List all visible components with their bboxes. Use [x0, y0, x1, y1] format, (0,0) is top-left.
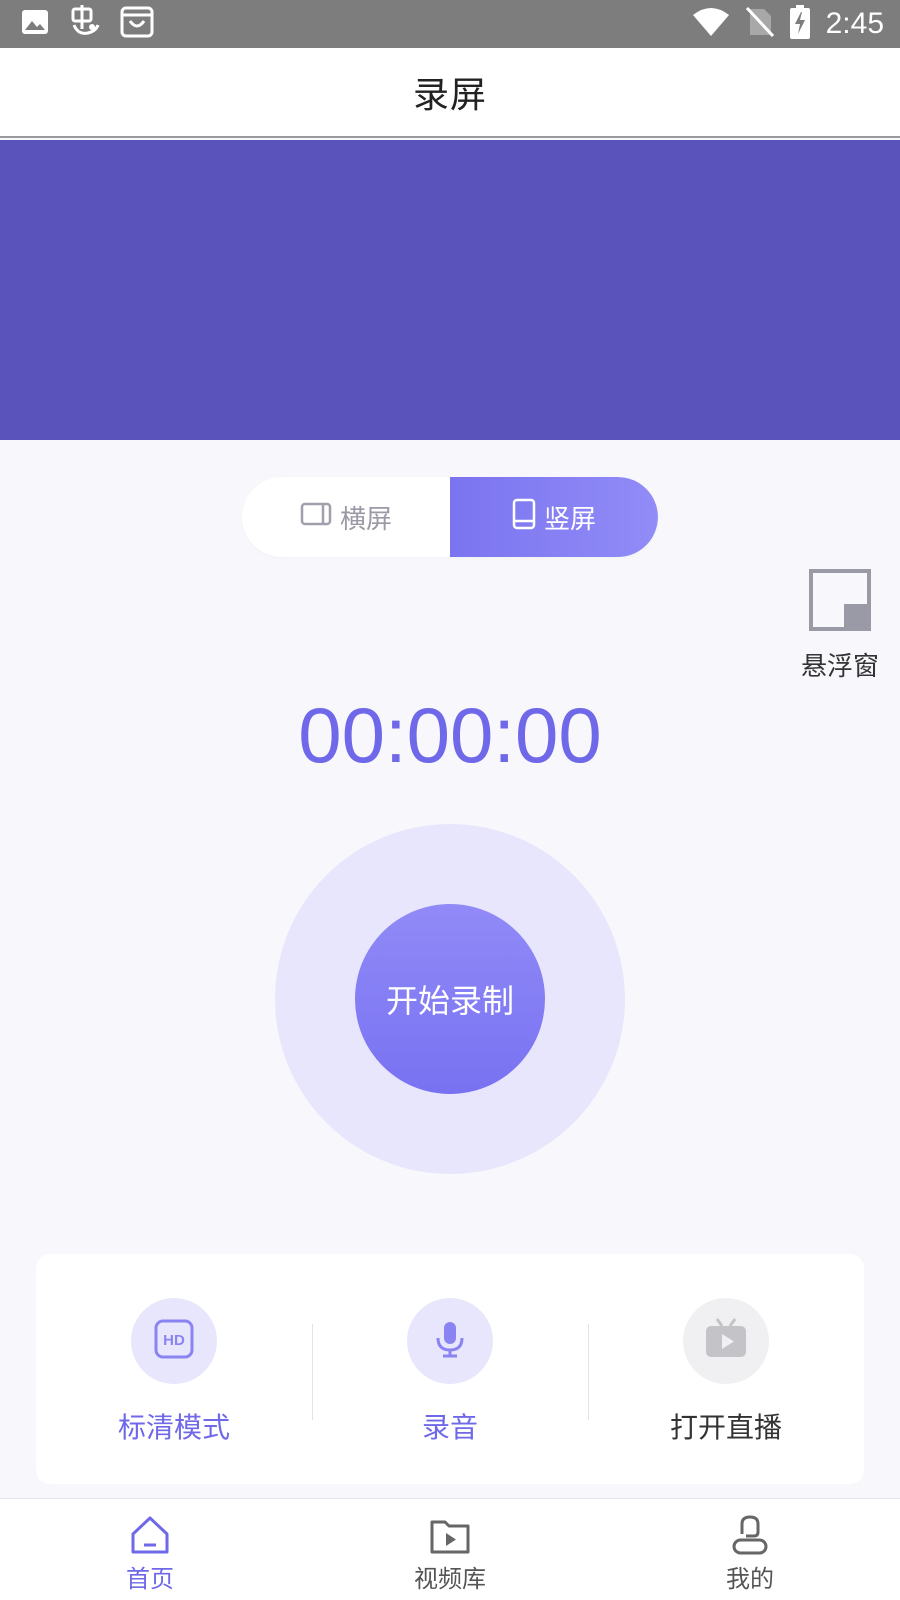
- live-stream-label: 打开直播: [669, 1411, 782, 1444]
- audio-option[interactable]: 录音: [312, 1254, 588, 1484]
- status-bar-left: [20, 5, 154, 43]
- status-bar-right: 2:45: [692, 5, 884, 43]
- portrait-option[interactable]: 竖屏: [450, 477, 658, 557]
- hd-mode-option[interactable]: HD 标清模式: [36, 1254, 312, 1484]
- bag-icon: [120, 5, 154, 43]
- image-icon: [20, 7, 50, 41]
- portrait-icon: [512, 498, 536, 537]
- hd-icon: HD: [153, 1318, 195, 1364]
- options-card: HD 标清模式 录音 打开直播: [36, 1254, 864, 1484]
- screen: 2:45 录屏 横屏 竖屏 悬浮窗 00:00:00 开始录制 HD 标清模式 …: [0, 0, 900, 1600]
- start-recording-label: 开始录制: [385, 982, 514, 1020]
- user-icon: [729, 1513, 771, 1557]
- orientation-toggle: 横屏 竖屏: [242, 477, 658, 557]
- status-time: 2:45: [825, 7, 884, 40]
- landscape-option[interactable]: 横屏: [242, 477, 450, 557]
- bottom-nav: 首页 视频库 我的: [0, 1498, 900, 1600]
- floating-window-button[interactable]: 悬浮窗: [790, 568, 890, 688]
- no-sim-icon: [745, 6, 774, 41]
- microphone-icon-container: [407, 1298, 493, 1384]
- microphone-icon: [429, 1318, 471, 1364]
- wifi-icon: [692, 7, 730, 41]
- portrait-label: 竖屏: [543, 504, 596, 535]
- nav-label-video-library: 视频库: [414, 1565, 486, 1593]
- hd-mode-label: 标清模式: [117, 1411, 230, 1444]
- floating-window-icon: [808, 568, 872, 636]
- start-recording-button[interactable]: 开始录制: [355, 904, 545, 1094]
- live-stream-option[interactable]: 打开直播: [588, 1254, 864, 1484]
- floating-window-label: 悬浮窗: [800, 652, 879, 682]
- landscape-icon: [300, 502, 332, 533]
- video-folder-icon: [429, 1513, 471, 1557]
- banner[interactable]: [0, 140, 900, 440]
- status-bar: 2:45: [0, 0, 900, 48]
- nav-item-mine[interactable]: 我的: [600, 1499, 900, 1600]
- battery-charging-icon: [789, 5, 810, 43]
- nav-label-home: 首页: [126, 1565, 174, 1593]
- page-title: 录屏: [412, 75, 487, 116]
- nav-item-home[interactable]: 首页: [0, 1499, 300, 1600]
- svg-text:HD: HD: [163, 1332, 185, 1349]
- home-icon: [129, 1513, 171, 1557]
- hd-icon-container: HD: [131, 1298, 217, 1384]
- bug-icon: [68, 5, 102, 43]
- title-bar: 录屏: [0, 48, 900, 138]
- nav-item-video-library[interactable]: 视频库: [300, 1499, 600, 1600]
- tv-play-icon: [703, 1317, 749, 1365]
- landscape-label: 横屏: [339, 504, 392, 535]
- tv-play-icon-container: [683, 1298, 769, 1384]
- recording-timer: 00:00:00: [298, 691, 602, 779]
- nav-label-mine: 我的: [726, 1565, 774, 1593]
- audio-label: 录音: [421, 1411, 478, 1444]
